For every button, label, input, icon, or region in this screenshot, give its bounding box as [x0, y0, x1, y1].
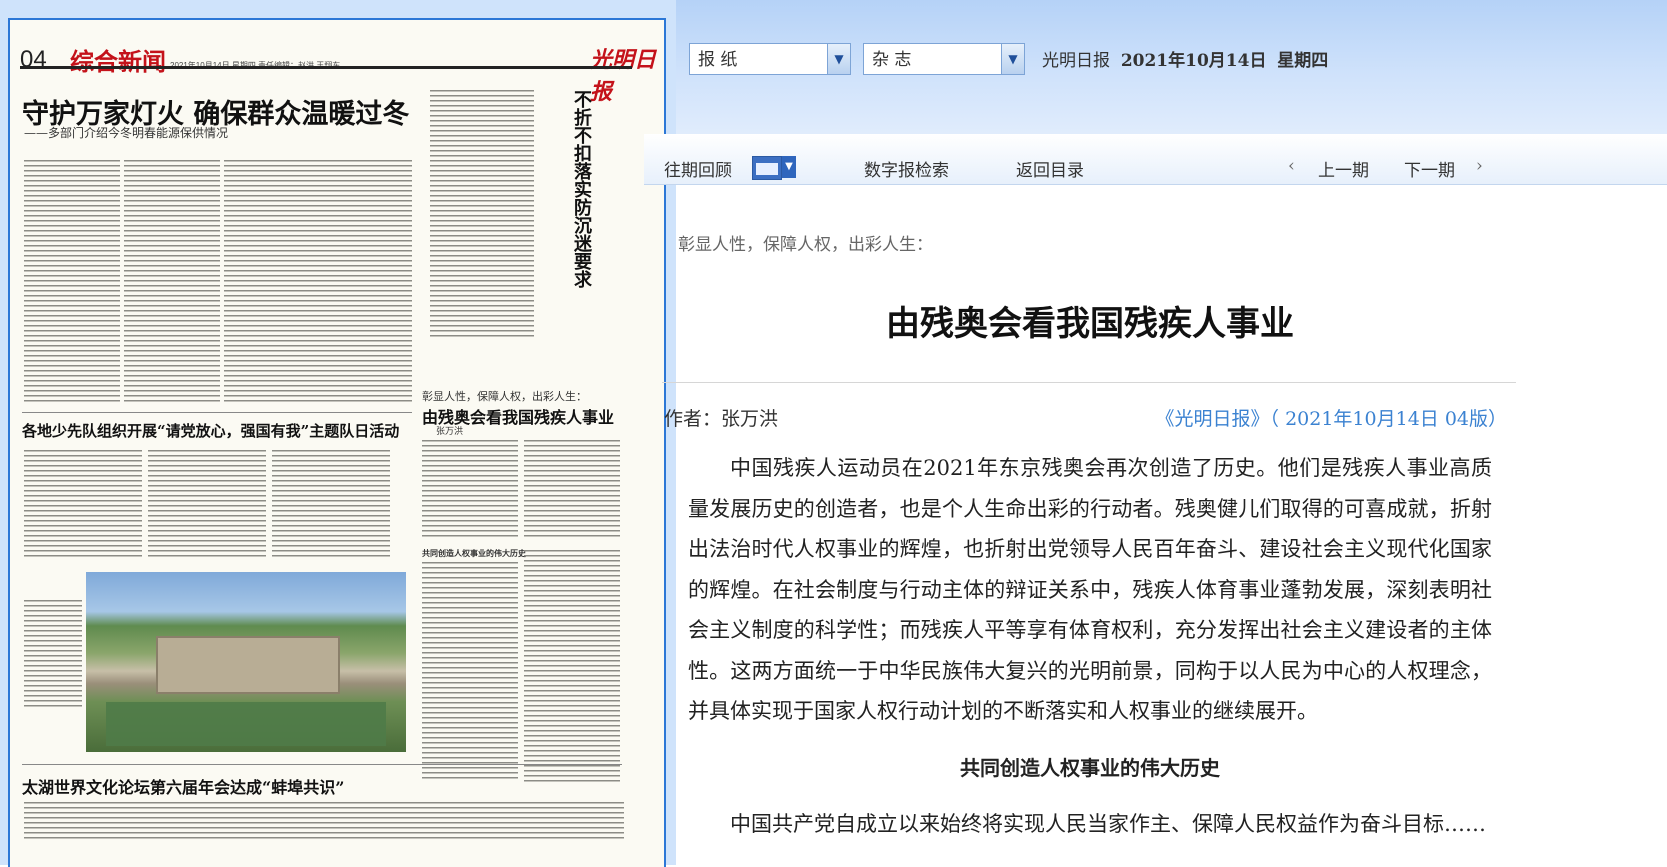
- photo-building: [156, 636, 340, 694]
- chevron-left-icon[interactable]: ‹: [1288, 156, 1295, 176]
- section-title: 综合新闻: [70, 47, 166, 76]
- article-text-block[interactable]: [422, 562, 518, 782]
- article-title: 由残奥会看我国残疾人事业: [886, 304, 1294, 344]
- article-lead: 彰显人性，保障人权，出彩人生：: [678, 235, 933, 255]
- article-text-block[interactable]: [316, 160, 412, 405]
- next-issue-link[interactable]: 下一期: [1404, 156, 1455, 181]
- news-photo[interactable]: [86, 572, 406, 752]
- calendar-picker[interactable]: ▼: [752, 156, 798, 180]
- vertical-headline[interactable]: 不折不扣落实防沉迷要求: [570, 90, 592, 288]
- issue-weekday: 星期四: [1277, 51, 1329, 71]
- calendar-icon[interactable]: [752, 156, 782, 180]
- divider: [22, 412, 412, 413]
- title-separator: [662, 382, 1516, 383]
- page-number: 04: [20, 46, 47, 73]
- issue-date: 2021年10月14日: [1120, 51, 1267, 71]
- article-text-block[interactable]: [24, 802, 624, 842]
- article-text-block[interactable]: [524, 440, 620, 540]
- headline-taihu-forum[interactable]: 太湖世界文化论坛第六届年会达成“蚌埠共识”: [22, 774, 344, 798]
- newspaper-logo: 光明日报: [590, 47, 657, 105]
- chevron-down-icon[interactable]: ▼: [782, 156, 796, 178]
- photo-pond: [106, 702, 386, 746]
- newspaper-page-image[interactable]: 04 综合新闻 2021年10月14日 星期四 责任编辑：赵洪 王翔东 光明日报…: [8, 18, 666, 867]
- article-paragraph: 中国共产党自成立以来始终将实现人民当家作主、保障人民权益作为奋斗目标……: [730, 812, 1486, 836]
- magazine-select[interactable]: 杂 志 ▼: [863, 43, 1025, 75]
- article-source-link[interactable]: 《光明日报》（ 2021年10月14日 04版）: [1156, 404, 1507, 431]
- newspaper-select[interactable]: 报 纸 ▼: [689, 43, 851, 75]
- article-text-block[interactable]: [524, 550, 620, 782]
- article-text-block[interactable]: [24, 160, 120, 405]
- newspaper-page-panel: 04 综合新闻 2021年10月14日 星期四 责任编辑：赵洪 王翔东 光明日报…: [0, 0, 676, 867]
- headline-energy-sub: ——多部门介绍今冬明春能源保供情况: [24, 126, 229, 140]
- divider: [22, 764, 622, 765]
- chevron-down-icon[interactable]: ▼: [827, 44, 850, 74]
- prev-issue-link[interactable]: 上一期: [1318, 156, 1369, 181]
- article-author: 作者：张万洪: [664, 408, 779, 430]
- back-to-index-link[interactable]: 返回目录: [1016, 156, 1084, 181]
- article-text-block[interactable]: [422, 440, 518, 540]
- issue-date-line: 光明日报 2021年10月14日 星期四: [1042, 46, 1328, 71]
- newspaper-select-value: 报 纸: [698, 50, 738, 70]
- paper-article-subhead: 共同创造人权事业的伟大历史: [422, 548, 526, 558]
- article-text-block[interactable]: [224, 160, 320, 405]
- article-subhead: 共同创造人权事业的伟大历史: [960, 756, 1220, 780]
- article-text-block[interactable]: [148, 450, 266, 560]
- chevron-down-icon[interactable]: ▼: [1001, 44, 1024, 74]
- paper-article-byline: 张万洪: [436, 427, 464, 437]
- masthead-rule: [20, 66, 632, 69]
- paper-article-lead: 彰显人性，保障人权，出彩人生：: [422, 390, 587, 403]
- paper-name: 光明日报: [1042, 51, 1110, 71]
- search-link[interactable]: 数字报检索: [864, 156, 949, 181]
- photo-caption: [24, 600, 82, 710]
- article-text-block[interactable]: [124, 160, 220, 405]
- article-text-block[interactable]: [24, 450, 142, 560]
- magazine-select-value: 杂 志: [872, 50, 912, 70]
- article-paragraph: 中国残疾人运动员在2021年东京残奥会再次创造了历史。他们是残疾人事业高质量发展…: [688, 456, 1492, 723]
- chevron-right-icon[interactable]: ›: [1476, 156, 1483, 176]
- article-text-block[interactable]: [430, 90, 534, 340]
- archive-link[interactable]: 往期回顾: [664, 156, 732, 181]
- article-text-block[interactable]: [272, 450, 390, 560]
- headline-pioneers[interactable]: 各地少先队组织开展“请党放心，强国有我”主题队日活动: [22, 420, 399, 441]
